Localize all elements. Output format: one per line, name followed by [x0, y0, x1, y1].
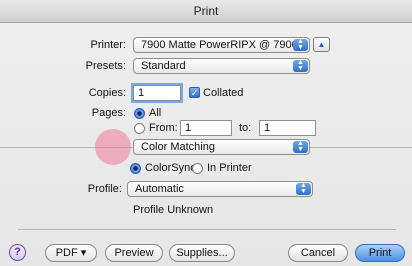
copies-label: Copies:	[88, 87, 126, 99]
section-popup[interactable]: Color Matching ▲ ▼	[133, 139, 310, 155]
popup-arrows-icon: ▲ ▼	[296, 182, 311, 195]
collated-checkbox[interactable]: ✓	[189, 87, 200, 98]
collated-label: Collated	[203, 87, 244, 99]
question-icon: ?	[14, 246, 21, 258]
popup-arrows-icon: ▲ ▼	[293, 59, 308, 72]
cursor-highlight	[95, 129, 131, 165]
profile-status: Profile Unknown	[133, 204, 214, 216]
preview-button[interactable]: Preview	[105, 244, 163, 262]
in-printer-radio[interactable]	[192, 163, 203, 174]
popup-arrows-icon: ▲ ▼	[293, 38, 308, 51]
printer-value: 7900 Matte PowerRIPX @ 7900...	[141, 39, 307, 51]
pages-from-label: From:	[149, 122, 178, 134]
popup-arrows-icon: ▲ ▼	[293, 140, 308, 153]
footer-separator	[18, 229, 396, 230]
supplies-button[interactable]: Supplies...	[169, 244, 235, 262]
section-value: Color Matching	[141, 141, 215, 153]
disclosure-button[interactable]: ▲	[313, 37, 330, 52]
triangle-up-icon: ▲	[317, 40, 326, 49]
profile-popup[interactable]: Automatic ▲ ▼	[127, 181, 313, 197]
help-button[interactable]: ?	[9, 244, 26, 261]
copies-field[interactable]: 1	[133, 85, 181, 101]
cancel-button[interactable]: Cancel	[288, 244, 348, 262]
window-titlebar: Print	[0, 0, 412, 23]
pages-label: Pages:	[91, 107, 126, 119]
pages-to-label: to:	[239, 122, 252, 134]
in-printer-label: In Printer	[207, 162, 252, 174]
pages-from-field[interactable]: 1	[180, 120, 232, 136]
colorsync-label: ColorSync	[145, 162, 196, 174]
pages-from-radio[interactable]	[134, 123, 145, 134]
presets-popup[interactable]: Standard ▲ ▼	[133, 58, 310, 74]
profile-value: Automatic	[135, 183, 184, 195]
printer-label: Printer:	[90, 39, 126, 51]
profile-label: Profile:	[87, 183, 122, 195]
printer-popup[interactable]: 7900 Matte PowerRIPX @ 7900... ▲ ▼	[133, 37, 310, 53]
pages-all-radio[interactable]	[134, 108, 145, 119]
print-sheet: Printer: 7900 Matte PowerRIPX @ 7900... …	[0, 23, 412, 266]
presets-label: Presets:	[85, 60, 126, 72]
presets-value: Standard	[141, 60, 186, 72]
pages-all-label: All	[149, 107, 162, 119]
pages-to-field[interactable]: 1	[259, 120, 316, 136]
colorsync-radio[interactable]	[130, 163, 141, 174]
window-title: Print	[193, 4, 219, 18]
print-button[interactable]: Print	[355, 244, 405, 262]
pdf-button[interactable]: PDF ▾	[45, 244, 97, 262]
